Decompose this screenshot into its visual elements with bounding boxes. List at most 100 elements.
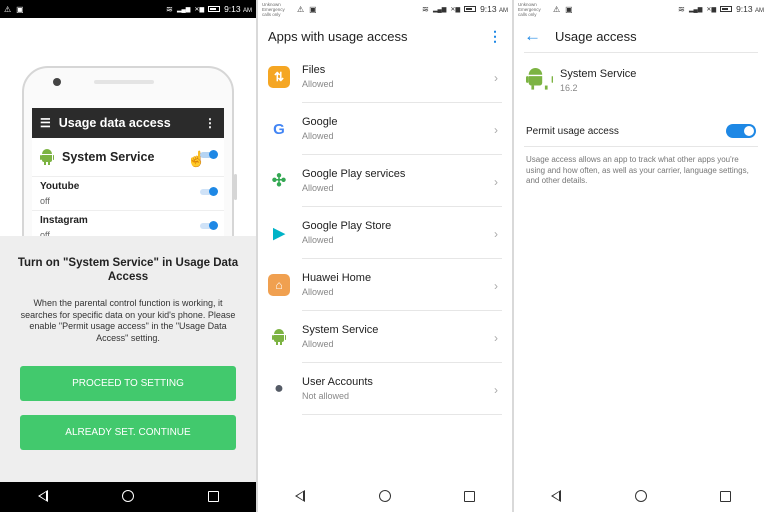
android-icon bbox=[40, 149, 54, 165]
back-nav-button[interactable] bbox=[23, 489, 63, 505]
mock-title: Usage data access bbox=[58, 116, 171, 130]
home-icon bbox=[378, 490, 391, 502]
android-icon bbox=[526, 68, 553, 98]
app-name: System Service bbox=[302, 324, 379, 336]
panel-parental-setup: ⚠ ▣ ≋ ▂▄▆ ✕▆ 9:13 AM ☰ Usage data access… bbox=[0, 0, 256, 512]
proceed-to-setting-button[interactable]: PROCEED TO SETTING bbox=[20, 366, 236, 401]
battery-icon bbox=[208, 6, 221, 12]
carrier-text: Unknown Emergency calls only bbox=[518, 1, 541, 17]
android-icon bbox=[268, 326, 290, 348]
page-title: Usage access bbox=[555, 28, 637, 44]
recents-icon bbox=[207, 491, 219, 502]
back-icon bbox=[37, 490, 48, 502]
app-header: System Service 16.2 bbox=[526, 68, 636, 93]
app-status: Allowed bbox=[302, 235, 334, 245]
chevron-right-icon: › bbox=[494, 71, 498, 85]
user-icon: ● bbox=[268, 378, 290, 400]
panel-usage-access-detail: Unknown Emergency calls only ⚠ ▣ ≋ ▂▄▆ ✕▆… bbox=[514, 0, 768, 512]
mock-toggle bbox=[200, 221, 218, 230]
permit-usage-row[interactable]: Permit usage access bbox=[526, 120, 756, 142]
wifi-icon: ≋ bbox=[677, 3, 685, 14]
list-item-google[interactable]: G Google Allowed › bbox=[258, 103, 512, 155]
already-set-continue-button[interactable]: ALREADY SET. CONTINUE bbox=[20, 415, 236, 450]
list-item-google-play-services[interactable]: ✣ Google Play services Allowed › bbox=[258, 155, 512, 207]
mock-row-state: off bbox=[40, 196, 50, 206]
list-item-user-accounts[interactable]: ● User Accounts Not allowed › bbox=[258, 363, 512, 415]
mock-app-row: System Service ☝ bbox=[32, 138, 224, 177]
app-name: System Service bbox=[560, 68, 637, 80]
list-item-google-play-store[interactable]: ▶ Google Play Store Allowed › bbox=[258, 207, 512, 259]
app-status: Not allowed bbox=[302, 391, 350, 401]
sheet-title: Turn on "System Service" in Usage Data A… bbox=[17, 257, 239, 283]
back-nav-button[interactable] bbox=[280, 489, 320, 505]
side-button bbox=[234, 174, 237, 200]
back-arrow-icon[interactable]: ← bbox=[524, 26, 541, 46]
app-bar: Apps with usage access ⋮ bbox=[258, 18, 512, 54]
mock-toolbar: ☰ Usage data access ⋮ bbox=[32, 108, 224, 138]
home-nav-button[interactable] bbox=[621, 489, 661, 505]
list-item-files[interactable]: ⇅ Files Allowed › bbox=[258, 51, 512, 103]
huawei-home-icon: ⌂ bbox=[268, 274, 290, 296]
back-icon bbox=[551, 490, 562, 502]
no-signal-icon: ✕▆ bbox=[450, 6, 461, 13]
list-item-system-service[interactable]: System Service Allowed › bbox=[258, 311, 512, 363]
image-icon: ▣ bbox=[565, 4, 573, 14]
chevron-right-icon: › bbox=[494, 383, 498, 397]
app-name: Google Play Store bbox=[302, 220, 392, 232]
recents-nav-button[interactable] bbox=[450, 489, 490, 505]
wifi-icon: ≋ bbox=[421, 3, 429, 14]
app-status: Allowed bbox=[302, 183, 334, 193]
list-item-huawei-home[interactable]: ⌂ Huawei Home Allowed › bbox=[258, 259, 512, 311]
navigation-bar bbox=[0, 482, 256, 512]
back-nav-button[interactable] bbox=[536, 489, 576, 505]
chevron-right-icon: › bbox=[494, 227, 498, 241]
recents-icon bbox=[464, 491, 476, 502]
app-name: Google Play services bbox=[302, 168, 406, 180]
files-icon: ⇅ bbox=[268, 66, 290, 88]
recents-nav-button[interactable] bbox=[706, 489, 746, 505]
chevron-right-icon: › bbox=[494, 279, 498, 293]
home-nav-button[interactable] bbox=[365, 489, 405, 505]
app-name: User Accounts bbox=[302, 376, 373, 388]
battery-icon bbox=[464, 6, 477, 12]
signal-icon: ▂▄▆ bbox=[176, 6, 191, 13]
app-name: Google bbox=[302, 116, 338, 128]
image-icon: ▣ bbox=[16, 4, 24, 14]
no-signal-icon: ✕▆ bbox=[706, 6, 717, 13]
more-options-icon[interactable]: ⋮ bbox=[488, 28, 502, 45]
home-icon bbox=[634, 490, 647, 502]
google-icon: G bbox=[268, 118, 290, 140]
panel-apps-usage-access: Unknown Emergency calls only ⚠ ▣ ≋ ▂▄▆ ✕▆… bbox=[258, 0, 512, 512]
app-bar: ← Usage access bbox=[514, 18, 768, 54]
permit-usage-toggle[interactable] bbox=[726, 124, 756, 138]
recents-nav-button[interactable] bbox=[193, 489, 233, 505]
recents-icon bbox=[720, 491, 732, 502]
mock-toggle bbox=[200, 187, 218, 196]
app-status: Allowed bbox=[302, 339, 334, 349]
carrier-text: Unknown Emergency calls only bbox=[262, 1, 285, 17]
mock-row: Youtube off bbox=[32, 177, 224, 211]
page-title: Apps with usage access bbox=[268, 28, 408, 44]
instruction-sheet: Turn on "System Service" in Usage Data A… bbox=[0, 236, 256, 482]
kebab-icon: ⋮ bbox=[204, 116, 216, 130]
clock: 9:13 AM bbox=[736, 4, 764, 14]
navigation-bar bbox=[514, 482, 768, 512]
no-signal-icon: ✕▆ bbox=[194, 6, 205, 13]
mock-row-name: Youtube bbox=[40, 181, 80, 192]
app-list: ⇅ Files Allowed › G Google Allowed › ✣ G… bbox=[258, 51, 512, 415]
image-icon: ▣ bbox=[309, 4, 317, 14]
clock: 9:13 AM bbox=[224, 4, 252, 14]
camera-icon bbox=[53, 78, 61, 86]
clock: 9:13 AM bbox=[480, 4, 508, 14]
permit-usage-label: Permit usage access bbox=[526, 125, 619, 137]
divider bbox=[524, 146, 758, 147]
app-status: Allowed bbox=[302, 131, 334, 141]
home-icon bbox=[121, 490, 134, 502]
app-name: Files bbox=[302, 64, 326, 76]
mock-toggle bbox=[200, 150, 218, 159]
play-services-icon: ✣ bbox=[268, 170, 290, 192]
chevron-right-icon: › bbox=[494, 175, 498, 189]
app-version: 16.2 bbox=[560, 83, 578, 93]
mock-screen: ☰ Usage data access ⋮ System Service ☝ Y… bbox=[32, 108, 224, 245]
home-nav-button[interactable] bbox=[108, 489, 148, 505]
